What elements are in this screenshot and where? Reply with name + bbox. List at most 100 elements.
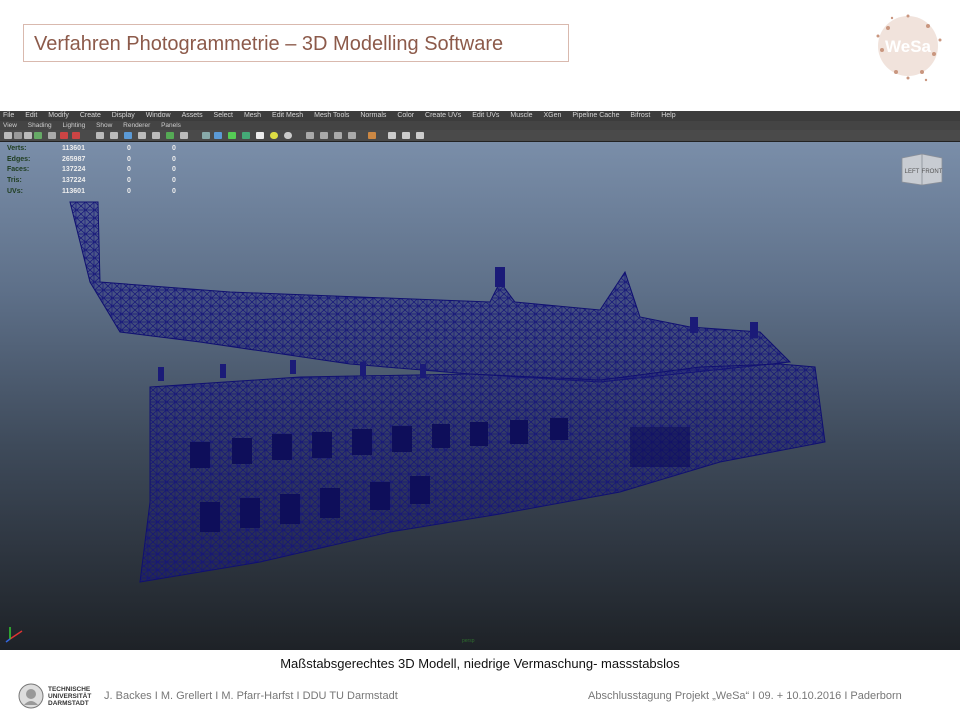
menu-xgen[interactable]: XGen: [544, 112, 562, 119]
menu-bifrost[interactable]: Bifrost: [630, 112, 650, 119]
ambient-occlusion-icon[interactable]: [306, 132, 314, 139]
panel-menu-shading[interactable]: Shading: [28, 122, 52, 129]
cube-textured-icon[interactable]: [242, 132, 250, 139]
hud-value: 0: [127, 177, 131, 185]
menu-display[interactable]: Display: [112, 112, 135, 119]
menu-muscle[interactable]: Muscle: [510, 112, 532, 119]
menu-create[interactable]: Create: [80, 112, 101, 119]
menu-pipeline-cache[interactable]: Pipeline Cache: [572, 112, 619, 119]
cube-selected-icon[interactable]: [228, 132, 236, 139]
menu-select[interactable]: Select: [214, 112, 233, 119]
hud-value: 0: [172, 166, 176, 174]
3d-viewport[interactable]: Verts: 113601 0 0 Edges: 265987 0 0 Face…: [0, 142, 960, 650]
menu-window[interactable]: Window: [146, 112, 171, 119]
lights-icon[interactable]: [138, 132, 146, 139]
hud-value: 137224: [62, 166, 86, 174]
menu-assets[interactable]: Assets: [182, 112, 203, 119]
panel-menu-show[interactable]: Show: [96, 122, 112, 129]
panel-menu-bar: View Shading Lighting Show Renderer Pane…: [0, 121, 960, 130]
field-chart-icon[interactable]: [72, 132, 80, 139]
menu-edit[interactable]: Edit: [25, 112, 37, 119]
hud-row-faces: Faces: 137224 0 0: [7, 165, 207, 176]
hud-value: 0: [172, 155, 176, 163]
footer-authors: J. Backes I M. Grellert I M. Pfarr-Harfs…: [104, 690, 398, 702]
hud-value: 0: [127, 145, 131, 152]
hud-label: Tris:: [7, 177, 22, 185]
slide-title: Verfahren Photogrammetrie – 3D Modelling…: [23, 24, 569, 62]
two-panel-icon[interactable]: [402, 132, 410, 139]
grease-pencil-icon[interactable]: [48, 132, 56, 139]
camera-label: persp: [462, 638, 475, 644]
panel-layout-icon[interactable]: [388, 132, 396, 139]
hud-value: 0: [172, 177, 176, 185]
checker-icon[interactable]: [256, 132, 264, 139]
hud-value: 113601: [62, 187, 85, 195]
tu-darmstadt-wordmark: TECHNISCHE UNIVERSITÄT DARMSTADT: [48, 686, 91, 708]
hud-icon[interactable]: [368, 132, 376, 139]
hud-row-tris: Tris: 137224 0 0: [7, 176, 207, 187]
hud-value: 137224: [62, 177, 86, 185]
xray-icon[interactable]: [166, 132, 174, 139]
menu-edit-mesh[interactable]: Edit Mesh: [272, 112, 303, 119]
shadows-icon[interactable]: [152, 132, 160, 139]
tu-line-3: DARMSTADT: [48, 700, 89, 708]
hud-label: Edges:: [7, 155, 31, 163]
panel-menu-view[interactable]: View: [3, 122, 17, 129]
smooth-shade-icon[interactable]: [110, 132, 118, 139]
panel-toolbar: [0, 130, 960, 142]
menu-mesh[interactable]: Mesh: [244, 112, 261, 119]
building-mesh-wireframe: [69, 201, 826, 583]
panel-menu-lighting[interactable]: Lighting: [62, 122, 85, 129]
menu-bar: File Edit Modify Create Display Window A…: [0, 111, 960, 121]
panel-menu-panels[interactable]: Panels: [161, 122, 181, 129]
wesa-logo: WeSa: [876, 14, 942, 82]
viewcube[interactable]: LEFT FRONT: [900, 152, 944, 186]
axis-gizmo-icon: [5, 627, 23, 643]
cube-shaded-icon[interactable]: [214, 132, 222, 139]
image-plane-icon[interactable]: [34, 132, 42, 139]
light-bulb-icon[interactable]: [270, 132, 278, 139]
viewcube-left-label: LEFT: [905, 169, 920, 175]
menu-normals[interactable]: Normals: [360, 112, 386, 119]
hud-row-uvs: UVs: 113601 0 0: [7, 187, 207, 198]
maya-window: File Edit Modify Create Display Window A…: [0, 111, 960, 650]
menu-color[interactable]: Color: [397, 112, 414, 119]
gate-mask-icon[interactable]: [60, 132, 68, 139]
menu-modify[interactable]: Modify: [48, 112, 69, 119]
camera-attributes-icon[interactable]: [14, 132, 22, 139]
sphere-icon[interactable]: [284, 132, 292, 139]
hud-value: 0: [172, 145, 176, 152]
viewcube-front-label: FRONT: [922, 169, 943, 175]
hud-label: Verts:: [7, 145, 27, 152]
wireframe-icon[interactable]: [96, 132, 104, 139]
depth-of-field-icon[interactable]: [348, 132, 356, 139]
textured-icon[interactable]: [124, 132, 132, 139]
share-icon[interactable]: [416, 132, 424, 139]
hud-value: 0: [127, 155, 131, 163]
hud-value: 0: [127, 187, 131, 195]
motion-blur-icon[interactable]: [320, 132, 328, 139]
tu-darmstadt-seal-icon: [18, 683, 44, 709]
hud-value: 113601: [62, 145, 85, 152]
hud-value: 0: [127, 166, 131, 174]
panel-menu-renderer[interactable]: Renderer: [123, 122, 150, 129]
hud-row-edges: Edges: 265987 0 0: [7, 155, 207, 166]
menu-help[interactable]: Help: [661, 112, 675, 119]
menu-mesh-tools[interactable]: Mesh Tools: [314, 112, 349, 119]
hud-label: UVs:: [7, 187, 23, 195]
anti-alias-icon[interactable]: [334, 132, 342, 139]
footer-event: Abschlusstagung Projekt „WeSa“ I 09. + 1…: [588, 690, 902, 702]
menu-edit-uvs[interactable]: Edit UVs: [472, 112, 499, 119]
hud-row-verts: Verts: 113601 0 0: [7, 144, 207, 155]
bookmark-icon[interactable]: [24, 132, 32, 139]
hud-value: 0: [172, 187, 176, 195]
isolate-icon[interactable]: [180, 132, 188, 139]
tu-line-2: UNIVERSITÄT: [48, 693, 92, 701]
select-camera-icon[interactable]: [4, 132, 12, 139]
menu-file[interactable]: File: [3, 112, 14, 119]
menu-create-uvs[interactable]: Create UVs: [425, 112, 461, 119]
hud-label: Faces:: [7, 166, 30, 174]
cube-icon[interactable]: [202, 132, 210, 139]
poly-count-hud: Verts: 113601 0 0 Edges: 265987 0 0 Face…: [7, 144, 207, 197]
slide-caption: Maßstabsgerechtes 3D Modell, niedrige Ve…: [280, 656, 680, 671]
